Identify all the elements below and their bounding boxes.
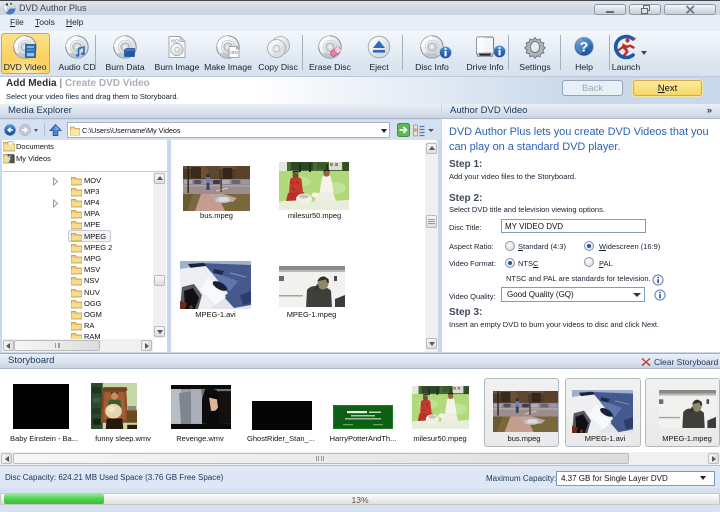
svg-text:ISO: ISO xyxy=(230,50,238,55)
svg-text:?: ? xyxy=(580,39,589,55)
svg-text:ISO: ISO xyxy=(171,39,179,44)
